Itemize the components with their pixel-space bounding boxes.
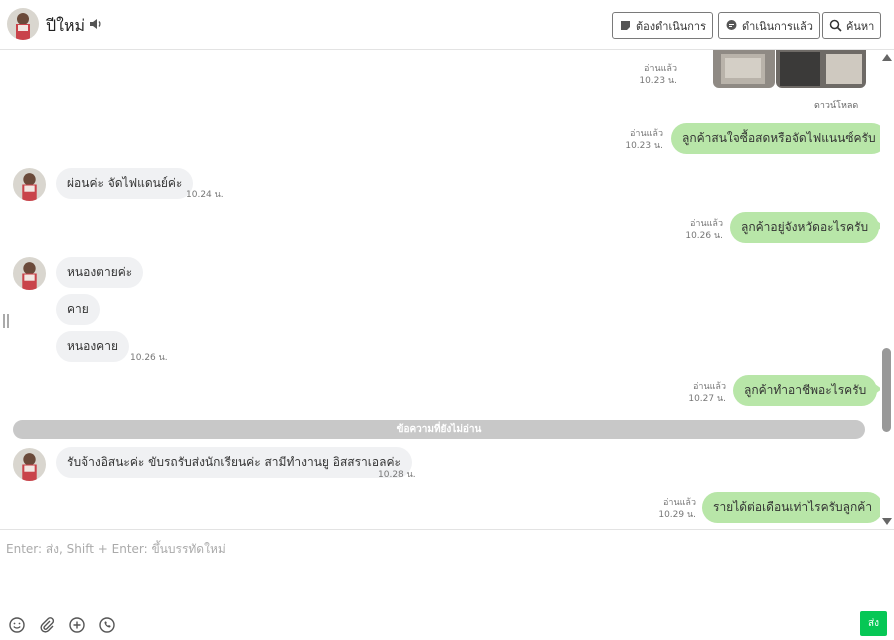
read-status: อ่านแล้ว [690, 219, 723, 229]
contact-name: ปีใหม่ [46, 16, 86, 35]
speaker-icon[interactable] [89, 17, 103, 31]
scroll-thumb[interactable] [882, 348, 891, 432]
message-time: 10.28 น. [378, 470, 416, 480]
send-button[interactable]: ส่ง [860, 611, 887, 636]
message-time: 10.23 น. [639, 76, 677, 86]
message-time: 10.27 น. [688, 394, 726, 404]
todo-label: ต้องดำเนินการ [636, 19, 706, 33]
search-button[interactable]: ค้นหา [822, 12, 882, 39]
attach-icon[interactable] [38, 616, 56, 634]
message-time: 10.26 น. [685, 231, 723, 241]
chat-icon [726, 20, 737, 30]
photo-thumbnail[interactable] [776, 50, 866, 88]
contact-avatar[interactable] [13, 448, 46, 481]
contact-avatar[interactable] [7, 8, 39, 40]
incoming-message[interactable]: รับจ้างอิสนะค่ะ ขับรถรับส่งนักเรียนค่ะ ส… [56, 447, 412, 478]
scroll-up-arrow-icon[interactable] [882, 54, 892, 61]
phone-icon[interactable] [98, 616, 116, 634]
photo-thumbnail[interactable] [713, 50, 775, 88]
note-icon [621, 21, 630, 30]
emoji-icon[interactable] [8, 616, 26, 634]
add-icon[interactable] [68, 616, 86, 634]
search-label: ค้นหา [846, 19, 875, 33]
outgoing-message[interactable]: ลูกค้าทำอาชีพอะไรครับ [733, 375, 880, 406]
message-list[interactable]: อ่านแล้ว 10.23 น. ดาวน์โหลด อ่านแล้ว 10.… [0, 50, 880, 529]
message-meta: อ่านแล้ว 10.27 น. [668, 381, 726, 405]
outgoing-message[interactable]: ลูกค้าอยู่จังหวัดอะไรครับ [730, 212, 880, 243]
message-time: 10.24 น. [186, 190, 224, 200]
contact-avatar[interactable] [13, 257, 46, 290]
incoming-message[interactable]: ผ่อนค่ะ จัดไฟแดนย์ค่ะ [56, 168, 194, 199]
message-time: 10.29 น. [658, 510, 696, 520]
outgoing-message[interactable]: ลูกค้าสนใจซื้อสดหรือจัดไฟแนนซ์ครับ [671, 123, 880, 154]
read-status: อ่านแล้ว [693, 382, 726, 392]
message-time: 10.23 น. [625, 141, 663, 151]
scroll-down-arrow-icon[interactable] [882, 518, 892, 525]
message-meta: อ่านแล้ว 10.29 น. [638, 497, 696, 521]
download-link[interactable]: ดาวน์โหลด [814, 98, 858, 112]
done-label: ดำเนินการแล้ว [742, 19, 813, 33]
unread-divider: ข้อความที่ยังไม่อ่าน [13, 420, 865, 439]
done-button[interactable]: ดำเนินการแล้ว [718, 12, 820, 39]
message-meta: อ่านแล้ว 10.23 น. [606, 128, 663, 152]
read-status: อ่านแล้ว [644, 64, 677, 74]
resize-handle[interactable] [3, 314, 9, 328]
message-scrollbar[interactable] [880, 50, 894, 529]
message-composer: ส่ง [0, 529, 894, 640]
message-meta: อ่านแล้ว 10.23 น. [620, 63, 677, 87]
read-status: อ่านแล้ว [663, 498, 696, 508]
contact-avatar[interactable] [13, 168, 46, 201]
incoming-message[interactable]: คาย [56, 294, 100, 325]
chat-header: ปีใหม่ ต้องดำเนินการ ดำเนินการแล้ว ค้นหา [0, 0, 894, 50]
incoming-message[interactable]: หนองคาย [56, 331, 129, 362]
message-time: 10.26 น. [130, 353, 168, 363]
read-status: อ่านแล้ว [630, 129, 663, 139]
message-meta: อ่านแล้ว 10.26 น. [664, 218, 723, 242]
incoming-message[interactable]: หนองตายค่ะ [56, 257, 144, 288]
message-input[interactable] [6, 540, 876, 600]
outgoing-message[interactable]: รายได้ต่อเดือนเท่าไรครับลูกค้า [702, 492, 880, 523]
todo-button[interactable]: ต้องดำเนินการ [612, 12, 713, 39]
search-icon [829, 19, 842, 32]
